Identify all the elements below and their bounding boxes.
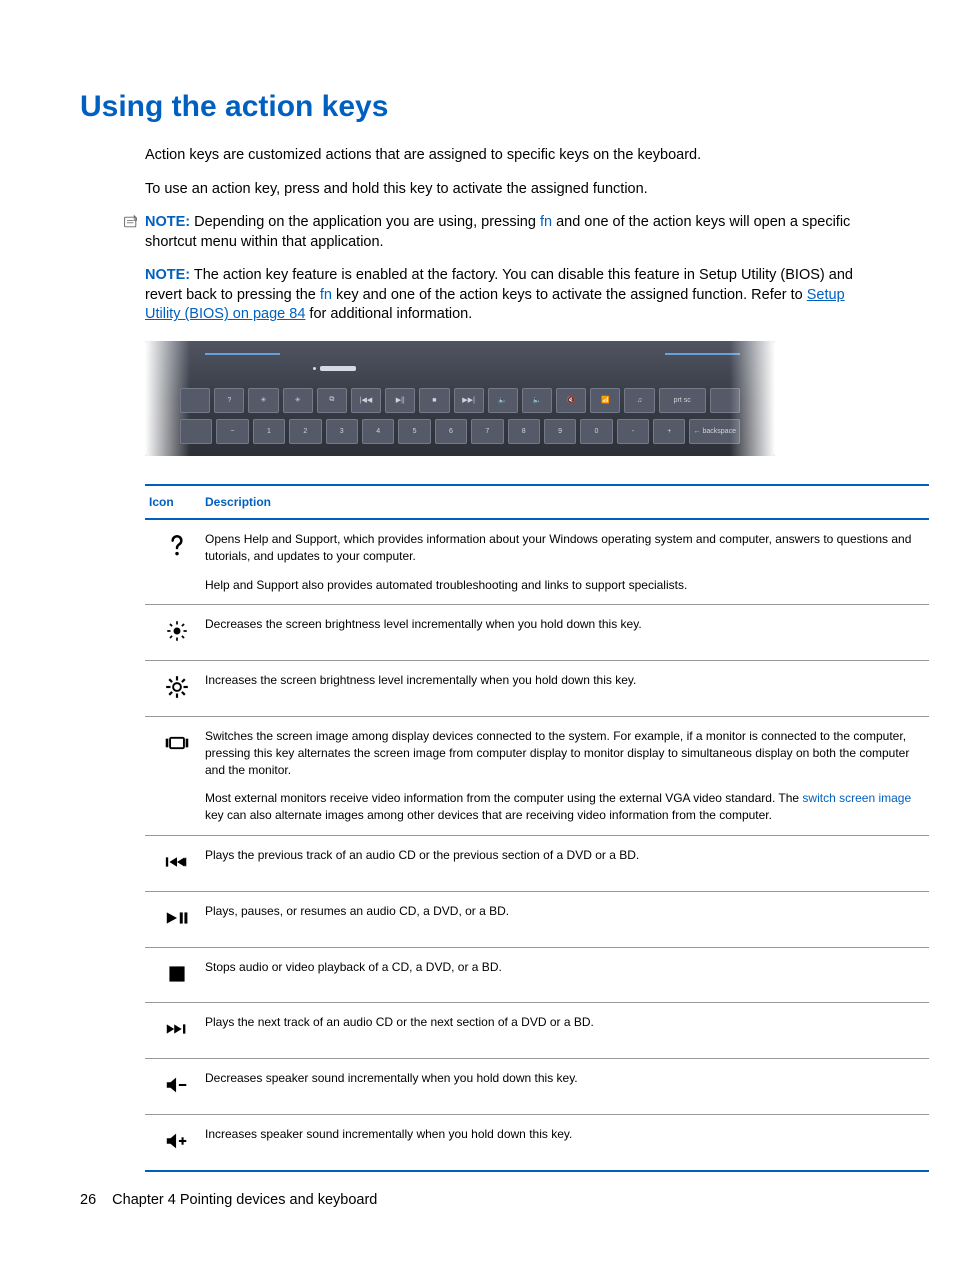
next-track-icon <box>164 1016 190 1047</box>
row-text: Plays the next track of an audio CD or t… <box>205 1014 929 1031</box>
fn-key-text: fn <box>540 214 552 230</box>
row-text: Decreases speaker sound incrementally wh… <box>205 1070 929 1087</box>
page-footer: 26 Chapter 4 Pointing devices and keyboa… <box>80 1192 377 1208</box>
page-heading: Using the action keys <box>80 90 874 124</box>
table-row: Opens Help and Support, which provides i… <box>145 520 929 604</box>
page-number: 26 <box>80 1192 96 1208</box>
brightness-up-icon <box>164 674 190 705</box>
table-header-description: Description <box>205 495 929 509</box>
volume-up-icon <box>164 1128 190 1159</box>
table-row: Plays the next track of an audio CD or t… <box>145 1003 929 1058</box>
brightness-down-icon <box>164 618 190 649</box>
note-1-text-a: Depending on the application you are usi… <box>194 214 540 230</box>
intro-paragraph-1: Action keys are customized actions that … <box>145 146 874 166</box>
stop-icon <box>164 961 190 992</box>
table-row: Increases the screen brightness level in… <box>145 661 929 716</box>
play-pause-icon <box>164 905 190 936</box>
note-2-text-c: for additional information. <box>305 306 472 322</box>
note-label: NOTE: <box>145 267 190 283</box>
table-row: Decreases the screen brightness level in… <box>145 605 929 660</box>
fn-key-text: fn <box>320 287 332 303</box>
row-text: Plays, pauses, or resumes an audio CD, a… <box>205 903 929 920</box>
note-1: NOTE: Depending on the application you a… <box>123 213 874 252</box>
table-header-icon: Icon <box>145 495 205 509</box>
row-text: Plays the previous track of an audio CD … <box>205 847 929 864</box>
table-row: Stops audio or video playback of a CD, a… <box>145 948 929 1003</box>
table-row: Decreases speaker sound incrementally wh… <box>145 1059 929 1114</box>
switch-screen-icon <box>164 730 190 824</box>
row-text: Stops audio or video playback of a CD, a… <box>205 959 929 976</box>
note-2: NOTE: The action key feature is enabled … <box>145 266 874 325</box>
table-row: Switches the screen image among display … <box>145 717 929 835</box>
row-text: Opens Help and Support, which provides i… <box>205 531 929 565</box>
action-keys-table: Icon Description Opens Help and Support,… <box>145 484 929 1172</box>
help-icon <box>164 533 190 593</box>
row-text: Decreases the screen brightness level in… <box>205 616 929 633</box>
row-text: Help and Support also provides automated… <box>205 577 929 594</box>
previous-track-icon <box>164 849 190 880</box>
note-icon <box>123 214 145 234</box>
note-2-text-b: key and one of the action keys to activa… <box>332 287 807 303</box>
table-row: Plays, pauses, or resumes an audio CD, a… <box>145 892 929 947</box>
row-text: Increases speaker sound incrementally wh… <box>205 1126 929 1143</box>
chapter-label: Chapter 4 Pointing devices and keyboard <box>112 1192 377 1208</box>
note-label: NOTE: <box>145 214 190 230</box>
row-text: Most external monitors receive video inf… <box>205 790 929 824</box>
row-text: Switches the screen image among display … <box>205 728 929 778</box>
keyboard-image: ?✳✳⧉|◀◀▶||■▶▶|🔈🔈🔇📶♫prt sc ~1234567890-+←… <box>145 341 775 456</box>
row-text: Increases the screen brightness level in… <box>205 672 929 689</box>
table-row: Plays the previous track of an audio CD … <box>145 836 929 891</box>
switch-screen-image-text: switch screen image <box>802 791 911 805</box>
volume-down-icon <box>164 1072 190 1103</box>
intro-paragraph-2: To use an action key, press and hold thi… <box>145 180 874 200</box>
table-row: Increases speaker sound incrementally wh… <box>145 1115 929 1170</box>
